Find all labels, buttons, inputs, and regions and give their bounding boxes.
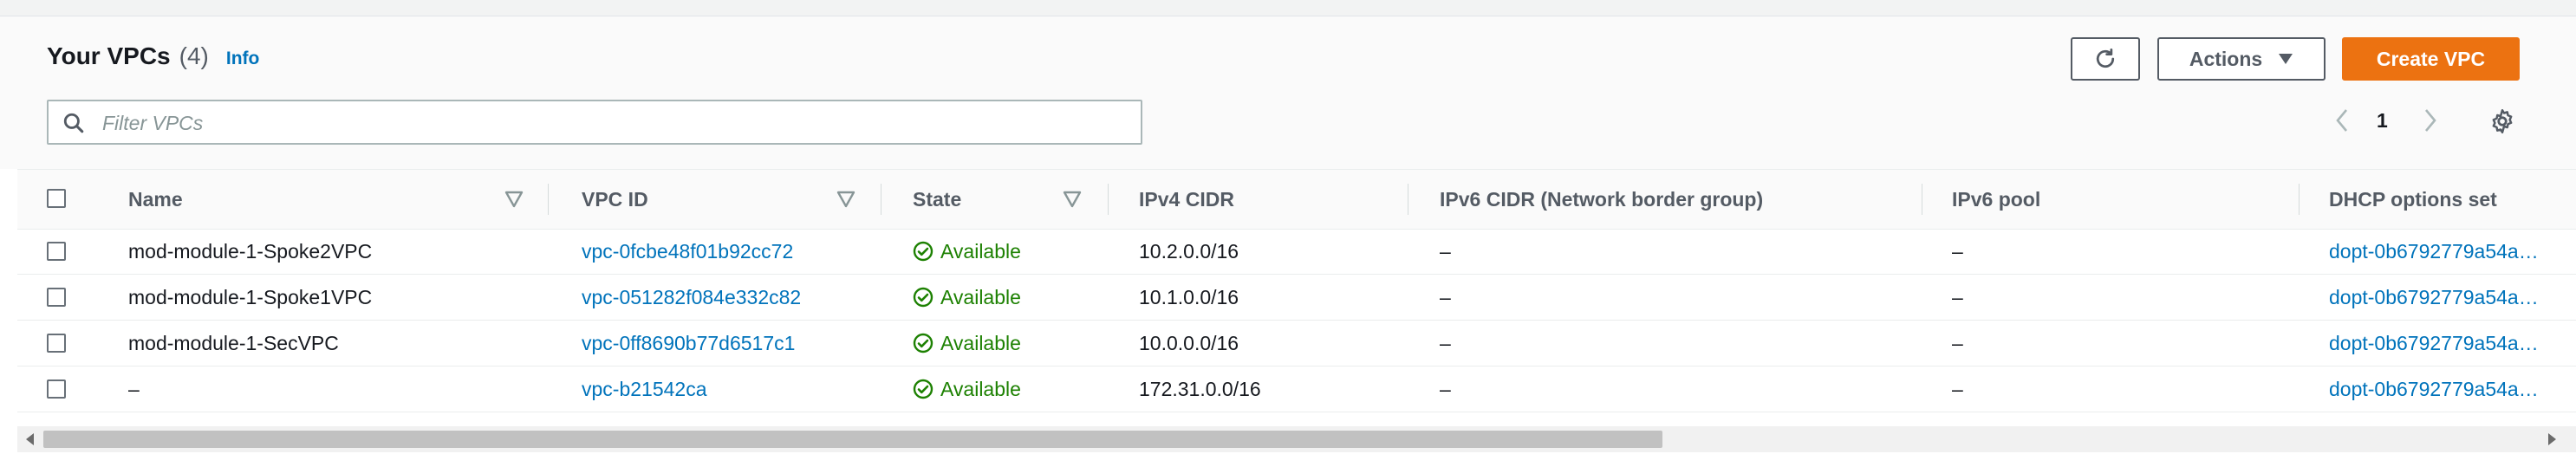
ipv6-pool: –	[1952, 377, 1963, 400]
sort-descending-icon[interactable]	[1063, 191, 1082, 208]
row-checkbox[interactable]	[47, 379, 66, 399]
chevron-right-icon	[2425, 109, 2436, 132]
ipv4-cidr: 172.31.0.0/16	[1139, 377, 1261, 400]
search-icon	[63, 113, 84, 133]
refresh-button[interactable]	[2071, 37, 2140, 81]
column-divider	[548, 184, 549, 215]
dhcp-options-link[interactable]: dopt-0b6792779a54a…	[2329, 275, 2539, 320]
table-row[interactable]: mod-module-1-Spoke1VPC vpc-051282f084e33…	[17, 275, 2576, 321]
vpc-id-link[interactable]: vpc-b21542ca	[582, 366, 707, 412]
row-checkbox[interactable]	[47, 288, 66, 307]
vpc-table: Name VPC ID State IPv4 CIDR IPv6 CIDR (N…	[17, 169, 2576, 425]
gear-icon[interactable]	[2489, 108, 2515, 134]
vpc-name: –	[128, 377, 140, 400]
check-circle-icon	[913, 241, 933, 262]
check-circle-icon	[913, 333, 933, 353]
sort-descending-icon[interactable]	[836, 191, 855, 208]
vpc-state: Available	[913, 321, 1021, 366]
vpc-state: Available	[913, 229, 1021, 274]
scrollbar-thumb[interactable]	[43, 431, 1662, 448]
vpc-id-link[interactable]: vpc-051282f084e332c82	[582, 275, 801, 320]
vpc-id-link[interactable]: vpc-0ff8690b77d6517c1	[582, 321, 795, 366]
table-row[interactable]: mod-module-1-Spoke2VPC vpc-0fcbe48f01b92…	[17, 229, 2576, 275]
caret-down-icon	[2279, 54, 2293, 64]
search-box[interactable]	[47, 100, 1142, 145]
ipv4-cidr: 10.2.0.0/16	[1139, 239, 1239, 263]
vpc-state-label: Available	[940, 285, 1021, 308]
pagination-page[interactable]: 1	[2377, 107, 2388, 134]
ipv6-pool: –	[1952, 285, 1963, 308]
check-circle-icon	[913, 287, 933, 308]
vpc-name: mod-module-1-SecVPC	[128, 331, 339, 354]
vpc-id-link[interactable]: vpc-0fcbe48f01b92cc72	[582, 229, 793, 274]
vpc-name: mod-module-1-Spoke2VPC	[128, 239, 373, 263]
scroll-left-arrow-icon[interactable]	[26, 433, 34, 445]
search-input[interactable]	[101, 107, 1127, 139]
vpc-state-label: Available	[940, 331, 1021, 354]
ipv4-cidr: 10.1.0.0/16	[1139, 285, 1239, 308]
col-header-name[interactable]: Name	[128, 170, 183, 229]
actions-dropdown[interactable]: Actions	[2157, 37, 2326, 81]
vpc-name: mod-module-1-Spoke1VPC	[128, 285, 373, 308]
panel-header: Your VPCs (4) Info Actions Create VPC Fi…	[0, 16, 2576, 169]
row-checkbox[interactable]	[47, 334, 66, 353]
page-title-row: Your VPCs (4) Info	[47, 42, 259, 70]
vpc-state-label: Available	[940, 239, 1021, 263]
ipv6-pool: –	[1952, 239, 1963, 263]
ipv6-cidr: –	[1440, 377, 1451, 400]
table-row[interactable]: – vpc-b21542ca Available 172.31.0.0/16 –…	[17, 366, 2576, 412]
vpc-state-label: Available	[940, 377, 1021, 400]
column-divider	[1108, 184, 1109, 215]
col-header-ipv6-pool[interactable]: IPv6 pool	[1952, 170, 2040, 229]
table-header: Name VPC ID State IPv4 CIDR IPv6 CIDR (N…	[17, 169, 2576, 230]
actions-label: Actions	[2189, 47, 2263, 70]
column-divider	[2299, 184, 2300, 215]
dhcp-options-link[interactable]: dopt-0b6792779a54a…	[2329, 321, 2539, 366]
pagination-prev[interactable]	[2333, 107, 2358, 134]
ipv6-pool: –	[1952, 331, 1963, 354]
col-header-ipv4-cidr[interactable]: IPv4 CIDR	[1139, 170, 1234, 229]
info-link[interactable]: Info	[226, 49, 259, 69]
dhcp-options-link[interactable]: dopt-0b6792779a54a…	[2329, 229, 2539, 274]
page-title: Your VPCs	[47, 42, 171, 69]
col-header-ipv6-cidr[interactable]: IPv6 CIDR (Network border group)	[1440, 170, 1763, 229]
col-header-vpc-id[interactable]: VPC ID	[582, 170, 648, 229]
vpc-list-panel: Your VPCs (4) Info Actions Create VPC Fi…	[0, 16, 2576, 454]
select-all-checkbox[interactable]	[47, 189, 66, 208]
row-checkbox[interactable]	[47, 242, 66, 261]
create-vpc-button[interactable]: Create VPC	[2342, 37, 2520, 81]
dhcp-options-link[interactable]: dopt-0b6792779a54a…	[2329, 366, 2539, 412]
ipv6-cidr: –	[1440, 239, 1451, 263]
ipv6-cidr: –	[1440, 285, 1451, 308]
vpc-state: Available	[913, 275, 1021, 320]
chevron-left-icon	[2336, 109, 2347, 132]
check-circle-icon	[913, 379, 933, 399]
col-header-state[interactable]: State	[913, 170, 961, 229]
vpc-state: Available	[913, 366, 1021, 412]
horizontal-scrollbar[interactable]	[17, 426, 2576, 452]
ipv6-cidr: –	[1440, 331, 1451, 354]
ipv4-cidr: 10.0.0.0/16	[1139, 331, 1239, 354]
table-row[interactable]: mod-module-1-SecVPC vpc-0ff8690b77d6517c…	[17, 321, 2576, 366]
sort-descending-icon[interactable]	[504, 191, 524, 208]
vpc-count: (4)	[179, 42, 209, 69]
pagination-next[interactable]	[2422, 107, 2446, 134]
refresh-icon	[2096, 49, 2115, 68]
col-header-dhcp-options[interactable]: DHCP options set	[2329, 170, 2497, 229]
scroll-right-arrow-icon[interactable]	[2548, 433, 2556, 445]
